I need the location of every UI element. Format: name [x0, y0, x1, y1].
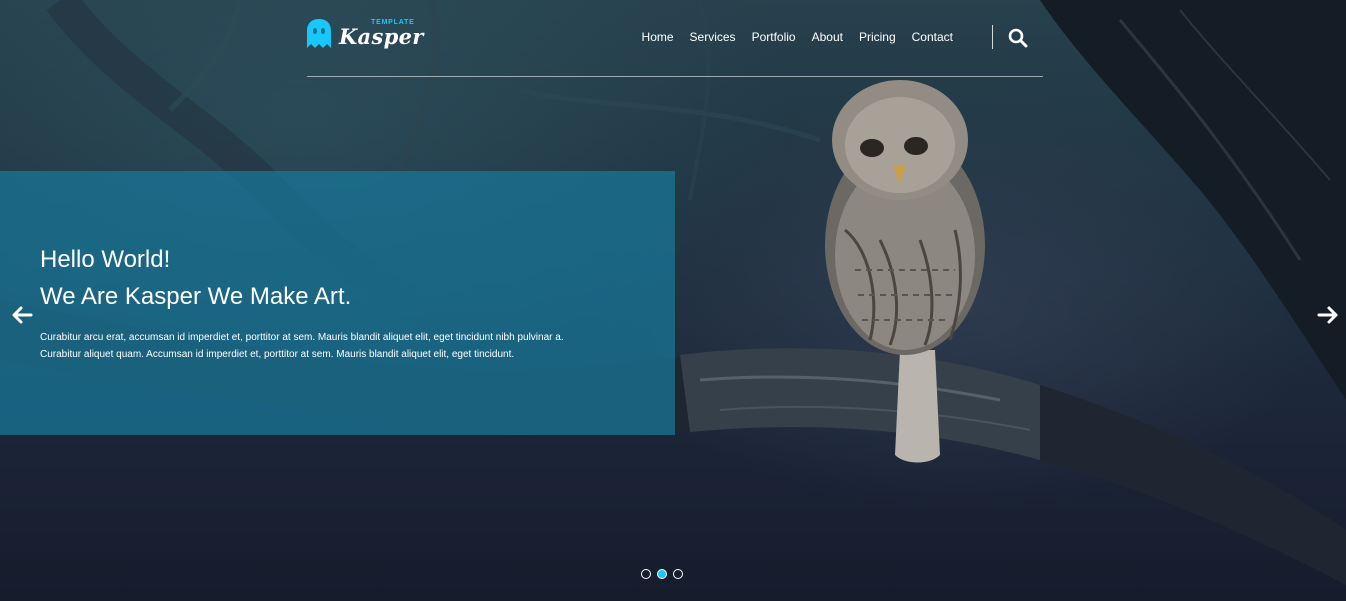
slider-pagination [641, 569, 683, 579]
slider-dot-1[interactable] [641, 569, 651, 579]
slide-heading-line2: We Are Kasper We Make Art. [40, 283, 352, 310]
kasper-logo[interactable]: TEMPLATE Kasper [307, 19, 423, 51]
slide-description-line1: Curabitur arcu erat, accumsan id imperdi… [40, 332, 564, 343]
slider-dot-2[interactable] [657, 569, 667, 579]
nav-home[interactable]: Home [642, 30, 674, 44]
nav-about[interactable]: About [812, 30, 843, 44]
nav-contact[interactable]: Contact [912, 30, 953, 44]
slide-caption-panel: Hello World! We Are Kasper We Make Art. … [0, 171, 675, 435]
main-nav: Home Services Portfolio About Pricing Co… [642, 30, 953, 44]
slider-dot-3[interactable] [673, 569, 683, 579]
nav-services[interactable]: Services [690, 30, 736, 44]
top-navbar: TEMPLATE Kasper Home Services Portfolio … [307, 0, 1043, 77]
search-icon[interactable] [1008, 28, 1028, 48]
logo-text: Kasper [339, 24, 424, 49]
slide-description-line2: Curabitur aliquet quam. Accumsan id impe… [40, 349, 515, 360]
arrow-right-icon[interactable] [1316, 303, 1340, 327]
ghost-icon [307, 19, 331, 48]
nav-divider [992, 25, 993, 49]
nav-pricing[interactable]: Pricing [859, 30, 896, 44]
hero-slider: TEMPLATE Kasper Home Services Portfolio … [0, 0, 1346, 601]
arrow-left-icon[interactable] [10, 303, 34, 327]
nav-portfolio[interactable]: Portfolio [752, 30, 796, 44]
slide-description: Curabitur arcu erat, accumsan id imperdi… [40, 329, 640, 363]
slide-heading-line1: Hello World! [40, 246, 171, 273]
